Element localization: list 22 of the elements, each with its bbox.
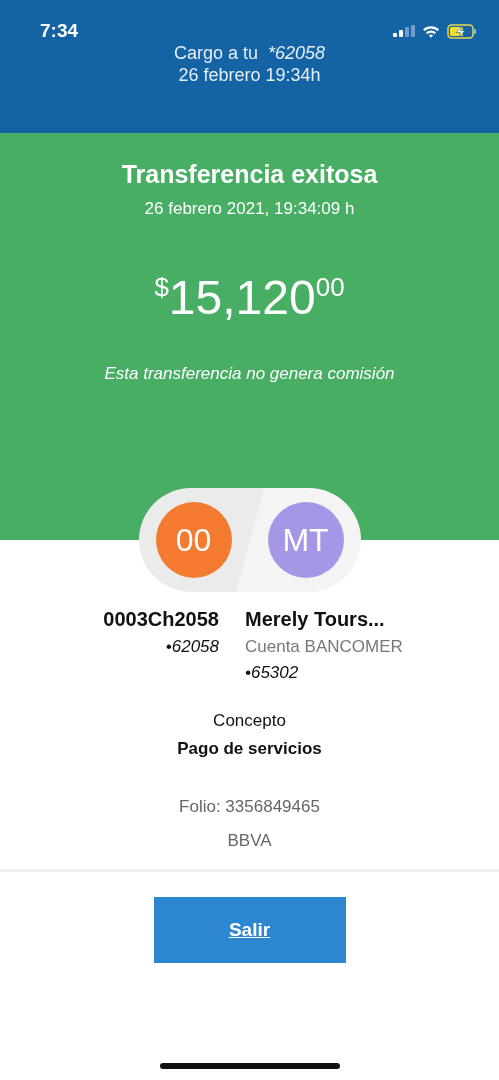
party-name: Merely Tours... <box>245 608 385 631</box>
account-number: •62058 <box>165 637 219 657</box>
battery-icon <box>447 23 477 39</box>
charge-date-text: 26 febrero 19:34h <box>177 64 322 86</box>
amount-text: $^{$}$15,120$^{00}$ <box>153 270 346 326</box>
commission-note: Esta transferencia no genera comisión <box>103 364 396 384</box>
bank-name: Cuenta BANCOMER <box>245 637 403 657</box>
bank-text: BBVA <box>226 831 273 851</box>
status-time: 7:34 <box>40 20 79 42</box>
party-name: 0003Ch2058 <box>103 608 219 631</box>
transfer-datetime: 26 febrero 2021, 19:34:09 h <box>143 199 356 219</box>
account-number: •65302 <box>245 663 299 683</box>
avatar-circle: 00 <box>155 502 232 578</box>
concept-label: Concepto <box>212 711 287 731</box>
concept-value: Pago de servicios <box>176 739 323 759</box>
folio-text: Folio: 3356849465 <box>178 797 321 817</box>
avatar-circle: MT <box>267 502 344 578</box>
charge-account-text: Cargo a tu *62058 <box>172 42 327 64</box>
signal-icon <box>393 25 415 37</box>
success-title: Transferencia exitosa <box>120 160 379 189</box>
exit-button[interactable]: Salir <box>153 897 346 963</box>
wifi-icon <box>422 24 440 38</box>
